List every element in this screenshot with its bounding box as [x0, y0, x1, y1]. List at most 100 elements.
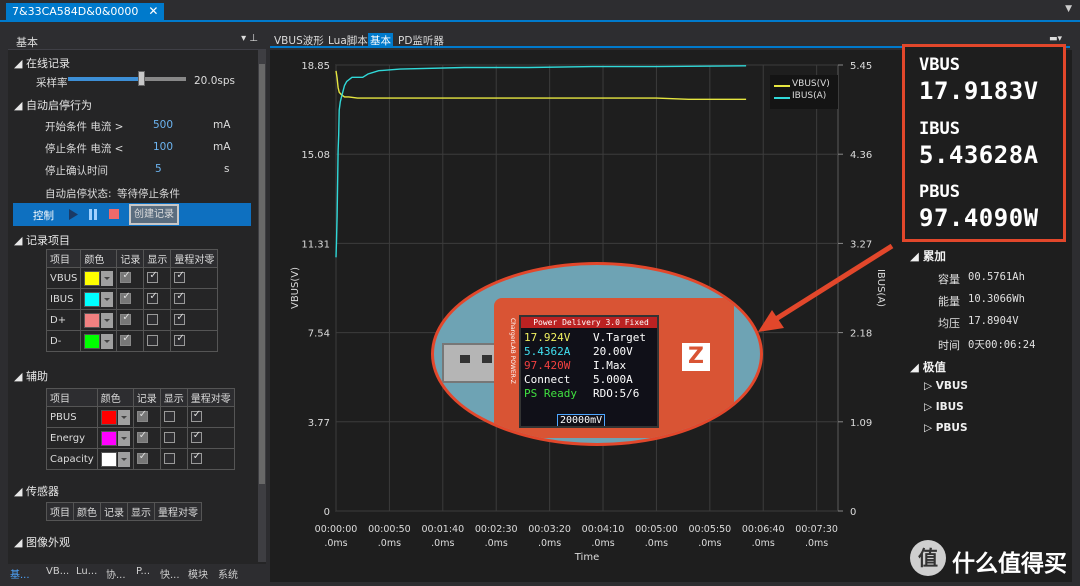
show-checkbox[interactable]	[147, 335, 159, 347]
y-left-axis-label: VBUS(V)	[290, 267, 301, 309]
color-swatch[interactable]	[100, 451, 117, 467]
stop-icon[interactable]	[109, 209, 119, 220]
color-dropdown-icon[interactable]	[101, 312, 114, 328]
meter-reading: 97.420W	[524, 359, 571, 372]
show-checkbox[interactable]	[147, 270, 159, 284]
section-accumulate[interactable]: ◢ 累加	[910, 248, 946, 264]
view-tab[interactable]: 基本	[368, 33, 393, 48]
show-checkbox[interactable]	[163, 453, 175, 465]
show-cell	[143, 288, 172, 310]
color-dropdown-icon[interactable]	[101, 333, 114, 349]
zero-checkbox[interactable]	[174, 333, 186, 347]
color-swatch[interactable]	[84, 333, 101, 349]
bottom-tab[interactable]: Lu...	[76, 566, 97, 577]
section-extreme[interactable]: ◢ 极值	[910, 359, 946, 375]
x-tick-label-time: 00:06:40	[742, 524, 785, 535]
close-icon[interactable]: ✕	[148, 4, 158, 18]
zero-checkbox[interactable]	[174, 270, 186, 284]
extreme-vbus[interactable]: ▷ VBUS	[924, 380, 968, 392]
section-record-items[interactable]: ◢ 记录项目	[14, 232, 70, 248]
tab-menu-icon[interactable]: ▬▾	[1047, 34, 1064, 44]
device-tab[interactable]: 7&33CA584D&0&0000 ✕	[6, 3, 165, 22]
zero-checkbox[interactable]	[174, 312, 186, 326]
show-cell	[159, 406, 188, 428]
bottom-tab[interactable]: 基...	[10, 566, 30, 581]
view-tab[interactable]: Lua脚本	[326, 33, 370, 48]
record-checkbox[interactable]	[136, 451, 148, 465]
color-dropdown-icon[interactable]	[117, 451, 130, 467]
color-dropdown-icon[interactable]	[101, 291, 114, 307]
extreme-pbus[interactable]: ▷ PBUS	[924, 422, 968, 434]
bottom-tab[interactable]: VB...	[46, 566, 69, 577]
show-checkbox[interactable]	[147, 314, 159, 326]
bottom-tab[interactable]: 系统	[218, 566, 238, 581]
record-checkbox[interactable]	[120, 333, 132, 347]
color-dropdown-icon[interactable]	[117, 430, 130, 446]
pause-icon[interactable]	[88, 209, 98, 220]
x-tick-label-ms: .0ms	[485, 538, 508, 549]
zero-cell	[170, 309, 219, 331]
color-swatch[interactable]	[84, 270, 101, 286]
chevron-down-icon[interactable]: ▼	[1065, 4, 1072, 14]
color-dropdown-icon[interactable]	[117, 409, 130, 425]
x-tick-label-time: 00:00:50	[368, 524, 411, 535]
zero-checkbox[interactable]	[174, 291, 186, 305]
sensor-table: 项目 颜色 记录 显示 量程对零	[46, 502, 202, 521]
pin-icon[interactable]: ▾ ⊥	[241, 33, 258, 44]
record-checkbox[interactable]	[120, 312, 132, 326]
record-checkbox[interactable]	[136, 430, 148, 444]
confirm-unit: s	[224, 163, 230, 175]
col-show: 显示	[143, 249, 172, 268]
show-checkbox[interactable]	[163, 411, 175, 423]
bottom-tab[interactable]: 模块	[188, 566, 208, 581]
confirm-time-input[interactable]: 5	[155, 163, 162, 175]
acc-capacity-value: 00.5761Ah	[968, 271, 1025, 283]
zero-checkbox[interactable]	[190, 430, 202, 444]
create-record-button[interactable]: 创建记录	[129, 204, 179, 225]
scrollbar-thumb[interactable]	[259, 64, 265, 484]
x-tick-label-ms: .0ms	[324, 538, 347, 549]
color-swatch[interactable]	[100, 409, 117, 425]
slider-thumb[interactable]	[138, 71, 146, 86]
x-tick-label-ms: .0ms	[591, 538, 614, 549]
extreme-ibus[interactable]: ▷ IBUS	[924, 401, 964, 413]
view-tab[interactable]: PD监听器	[396, 33, 446, 48]
section-auto[interactable]: ◢ 自动启停行为	[14, 97, 92, 113]
y-left-tick-label: 3.77	[308, 418, 330, 429]
record-checkbox[interactable]	[120, 270, 132, 284]
col-color: 颜色	[96, 388, 134, 407]
view-tab[interactable]: VBUS波形	[272, 33, 326, 48]
x-tick-label-time: 00:00:00	[315, 524, 358, 535]
acc-energy-value: 10.3066Wh	[968, 293, 1025, 305]
meter-target: RDO:5/6	[593, 387, 640, 400]
record-checkbox[interactable]	[136, 409, 148, 423]
bottom-tab[interactable]: 快...	[160, 566, 180, 581]
show-checkbox[interactable]	[147, 291, 159, 305]
show-checkbox[interactable]	[163, 432, 175, 444]
color-swatch[interactable]	[84, 312, 101, 328]
color-swatch[interactable]	[100, 430, 117, 446]
color-dropdown-icon[interactable]	[101, 270, 114, 286]
section-sensor[interactable]: ◢ 传感器	[14, 483, 59, 499]
zero-checkbox[interactable]	[190, 451, 202, 465]
section-online[interactable]: ◢ 在线记录	[14, 55, 70, 71]
x-tick-label-time: 00:05:50	[688, 524, 731, 535]
sample-rate-slider[interactable]	[68, 71, 186, 86]
section-appearance[interactable]: ◢ 图像外观	[14, 534, 70, 550]
x-tick-label-time: 00:01:40	[421, 524, 464, 535]
zero-checkbox[interactable]	[190, 409, 202, 423]
color-cell	[96, 448, 134, 470]
stop-condition-input[interactable]: 100	[153, 141, 173, 153]
bottom-tab[interactable]: P...	[136, 566, 150, 577]
y-right-tick-label: 1.09	[850, 418, 872, 429]
record-checkbox[interactable]	[120, 291, 132, 305]
color-swatch[interactable]	[84, 291, 101, 307]
play-icon[interactable]	[68, 209, 78, 220]
start-condition-input[interactable]: 500	[153, 119, 173, 131]
meter-target: 5.000A	[593, 373, 633, 386]
y-left-tick-label: 11.31	[301, 239, 330, 250]
section-aux[interactable]: ◢ 辅助	[14, 368, 48, 384]
bottom-tab[interactable]: 协...	[106, 566, 126, 581]
meter-target: V.Target	[593, 331, 646, 344]
panel-scrollbar[interactable]	[258, 50, 266, 562]
